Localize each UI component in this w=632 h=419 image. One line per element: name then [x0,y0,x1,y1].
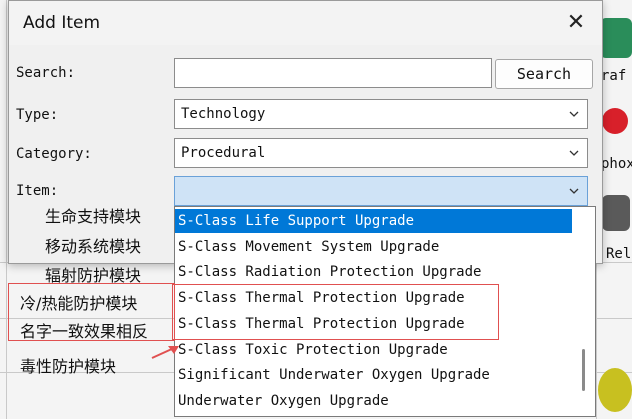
chevron-down-icon [569,188,579,194]
item-thumbnail-icon[interactable] [602,195,630,231]
list-item[interactable]: S-Class Radiation Protection Upgrade [175,260,572,284]
annotation-arrow-icon [151,346,179,359]
peek-label: Rel [606,246,632,262]
item-thumbnail-icon[interactable] [598,368,632,412]
type-select[interactable]: Technology [174,99,588,129]
list-item[interactable]: Significant Underwater Oxygen Upgrade [175,363,572,387]
category-select-value: Procedural [181,145,266,161]
list-item[interactable]: S-Class Toxic Protection Upgrade [175,338,572,362]
annotation-highlight-box [8,283,175,341]
item-select[interactable] [174,176,588,206]
type-select-value: Technology [181,106,266,122]
type-label: Type: [16,107,59,123]
list-item[interactable]: S-Class Movement System Upgrade [175,235,572,259]
search-input[interactable] [174,58,492,88]
list-item[interactable]: S-Class Life Support Upgrade [175,209,572,233]
item-thumbnail-icon[interactable] [600,18,632,58]
dialog-titlebar: Add Item ✕ [9,1,602,45]
chevron-down-icon [569,150,579,156]
dialog-title: Add Item [23,13,101,33]
scrollbar-thumb[interactable] [582,349,585,391]
annotation-life-support: 生命支持模块 [45,207,142,226]
close-icon[interactable]: ✕ [562,9,590,37]
item-thumbnail-icon[interactable] [602,108,628,134]
category-label: Category: [16,146,92,162]
annotation-highlight-box [172,284,499,340]
peek-label: phox [601,156,632,172]
list-item[interactable]: Underwater Oxygen Upgrade [175,389,572,413]
chevron-down-icon [569,111,579,117]
peek-label: raf [601,68,627,84]
category-select[interactable]: Procedural [174,138,588,168]
annotation-movement: 移动系统模块 [45,237,142,256]
search-button[interactable]: Search [495,59,593,89]
item-label: Item: [16,183,59,199]
search-label: Search: [16,65,76,81]
grid-line [6,0,7,419]
annotation-toxic: 毒性防护模块 [20,357,117,376]
